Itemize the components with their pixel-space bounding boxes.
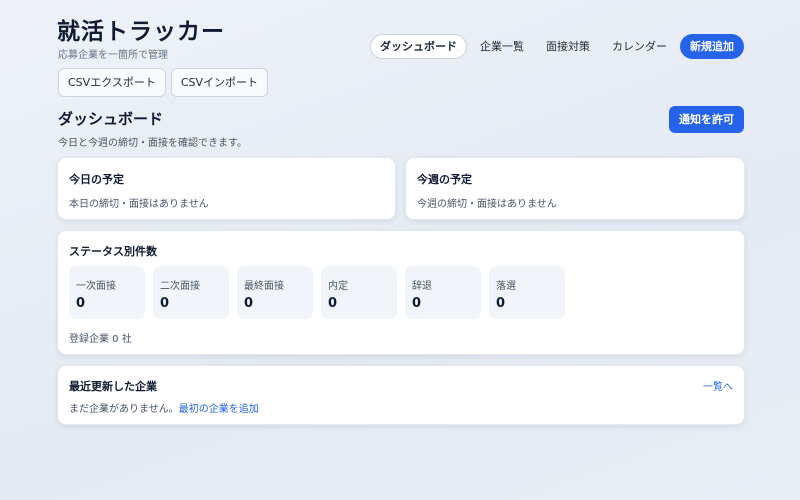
status-count: 0 (160, 296, 170, 311)
add-new-button[interactable]: 新規追加 (680, 34, 744, 59)
recent-companies-card: 最近更新した企業 一覧へ まだ企業がありません。最初の企業を追加 (57, 365, 745, 425)
today-schedule-title: 今日の予定 (69, 173, 124, 186)
status-tile-final-interview: 最終面接 0 (237, 266, 313, 319)
today-schedule-card: 今日の予定 本日の締切・面接はありません (57, 157, 396, 220)
status-label: 辞退 (412, 281, 432, 292)
app-title: 就活トラッカー (57, 19, 225, 45)
status-count-title: ステータス別件数 (69, 245, 157, 258)
status-label: 一次面接 (76, 281, 116, 292)
today-schedule-empty: 本日の締切・面接はありません (69, 199, 209, 210)
page-description: 今日と今週の締切・面接を確認できます。 (58, 138, 247, 149)
status-label: 最終面接 (244, 281, 284, 292)
csv-import-button[interactable]: CSVインポート (170, 68, 269, 97)
week-schedule-card: 今週の予定 今週の締切・面接はありません (405, 157, 745, 220)
recent-companies-empty: まだ企業がありません。最初の企業を追加 (69, 400, 259, 415)
csv-actions: CSVエクスポート CSVインポート (58, 68, 269, 97)
nav-interview-prep[interactable]: 面接対策 (537, 34, 599, 59)
empty-message: まだ企業がありません。 (69, 404, 179, 415)
status-tile-declined: 辞退 0 (405, 266, 481, 319)
add-first-company-link[interactable]: 最初の企業を追加 (179, 404, 259, 415)
nav-companies[interactable]: 企業一覧 (471, 34, 533, 59)
registered-companies-total: 登録企業 0 社 (69, 334, 132, 345)
status-label: 二次面接 (160, 281, 200, 292)
allow-notifications-button[interactable]: 通知を許可 (669, 106, 744, 133)
status-count: 0 (244, 296, 254, 311)
page-title: ダッシュボード (58, 110, 164, 128)
status-tile-first-interview: 一次面接 0 (69, 266, 145, 319)
nav-calendar[interactable]: カレンダー (603, 34, 676, 59)
status-tile-second-interview: 二次面接 0 (153, 266, 229, 319)
week-schedule-empty: 今週の締切・面接はありません (417, 199, 557, 210)
status-count: 0 (412, 296, 422, 311)
status-count: 0 (496, 296, 506, 311)
status-tile-offer: 内定 0 (321, 266, 397, 319)
week-schedule-title: 今週の予定 (417, 173, 472, 186)
csv-export-button[interactable]: CSVエクスポート (58, 68, 166, 97)
recent-companies-title: 最近更新した企業 (69, 380, 157, 393)
status-label: 落選 (496, 281, 516, 292)
main-nav: ダッシュボード 企業一覧 面接対策 カレンダー 新規追加 (370, 34, 744, 59)
status-label: 内定 (328, 281, 348, 292)
nav-dashboard[interactable]: ダッシュボード (370, 34, 467, 59)
status-count: 0 (76, 296, 86, 311)
app-subtitle: 応募企業を一箇所で管理 (58, 50, 168, 61)
status-tiles: 一次面接 0 二次面接 0 最終面接 0 内定 0 辞退 0 落選 0 (69, 266, 565, 319)
status-count: 0 (328, 296, 338, 311)
status-tile-rejected: 落選 0 (489, 266, 565, 319)
status-count-card: ステータス別件数 一次面接 0 二次面接 0 最終面接 0 内定 0 辞退 0 … (57, 230, 745, 355)
view-all-link[interactable]: 一覧へ (703, 378, 733, 393)
